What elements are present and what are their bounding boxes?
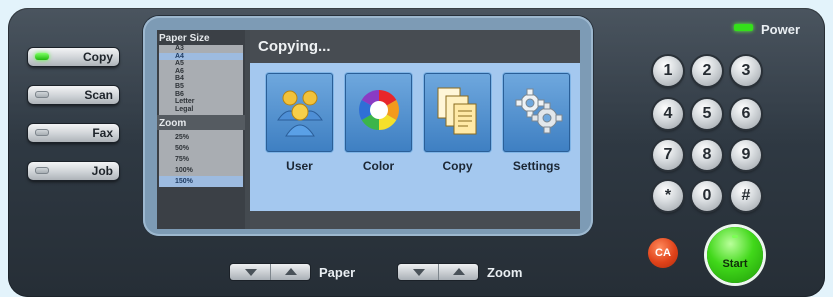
key-5[interactable]: 5 (692, 99, 722, 129)
key-hash[interactable]: # (731, 181, 761, 211)
user-tile-label: User (286, 159, 313, 173)
gears-icon (515, 88, 563, 134)
paper-size-option-selected[interactable]: A4 (159, 52, 243, 61)
paper-size-header: Paper Size (159, 33, 210, 44)
zoom-rocker (398, 264, 478, 280)
paper-size-option[interactable]: B5 (159, 83, 243, 91)
zoom-option[interactable]: 25% (159, 132, 243, 143)
paper-size-option[interactable]: Legal (159, 106, 243, 116)
power-led (734, 24, 753, 31)
screen-main: Copying... User Color Copy Settings (250, 30, 580, 229)
key-3[interactable]: 3 (731, 56, 761, 86)
paper-size-option[interactable]: Letter (159, 98, 243, 106)
key-8[interactable]: 8 (692, 140, 722, 170)
chevron-up-icon (453, 268, 465, 275)
scan-mode-label: Scan (84, 88, 113, 102)
start-led-indicator (732, 235, 738, 238)
paper-size-option[interactable]: B6 (159, 91, 243, 99)
fax-mode-button[interactable]: Fax (28, 124, 119, 142)
paper-size-option[interactable]: A3 (159, 45, 243, 53)
scan-mode-button[interactable]: Scan (28, 86, 119, 104)
job-led-indicator (35, 167, 49, 174)
paper-up-button[interactable] (270, 264, 311, 280)
start-button[interactable]: Start (707, 227, 763, 283)
lcd-screen: Paper Size A3 A4 A5 A6 B4 B5 B6 Letter L… (157, 30, 580, 229)
zoom-rocker-label: Zoom (487, 265, 523, 280)
key-1[interactable]: 1 (653, 56, 683, 86)
copy-tile-label: Copy (442, 159, 473, 173)
copy-mode-label: Copy (83, 50, 113, 64)
settings-tile-label: Settings (512, 159, 561, 173)
zoom-header: Zoom (157, 115, 245, 131)
key-9[interactable]: 9 (731, 140, 761, 170)
documents-icon (437, 87, 477, 135)
key-6[interactable]: 6 (731, 99, 761, 129)
zoom-option-selected[interactable]: 150% (159, 176, 243, 188)
job-mode-button[interactable]: Job (28, 162, 119, 180)
fax-led-indicator (35, 129, 49, 136)
paper-size-option[interactable]: A5 (159, 60, 243, 68)
screen-title: Copying... (250, 30, 580, 63)
zoom-option[interactable]: 75% (159, 154, 243, 165)
copy-led-indicator (35, 53, 49, 60)
copy-mode-button[interactable]: Copy (28, 48, 119, 66)
users-icon (277, 90, 323, 137)
paper-size-option[interactable]: A6 (159, 68, 243, 76)
copy-tile[interactable] (424, 73, 491, 152)
key-star[interactable]: * (653, 181, 683, 211)
color-wheel-icon (359, 90, 399, 130)
settings-tile[interactable] (503, 73, 570, 152)
key-4[interactable]: 4 (653, 99, 683, 129)
function-area: User Color Copy Settings (250, 63, 580, 211)
screen-footer (250, 211, 580, 229)
paper-rocker-label: Paper (319, 265, 356, 280)
zoom-up-button[interactable] (438, 264, 479, 280)
paper-rocker (230, 264, 310, 280)
scan-led-indicator (35, 91, 49, 98)
power-label: Power (761, 22, 801, 37)
job-mode-label: Job (91, 164, 113, 178)
chevron-down-icon (413, 269, 425, 276)
zoom-option[interactable]: 100% (159, 165, 243, 176)
clear-all-button[interactable]: CA (648, 238, 678, 268)
user-tile[interactable] (266, 73, 333, 152)
key-2[interactable]: 2 (692, 56, 722, 86)
start-label: Start (722, 258, 748, 270)
key-7[interactable]: 7 (653, 140, 683, 170)
chevron-down-icon (245, 269, 257, 276)
paper-down-button[interactable] (230, 264, 270, 280)
color-tile[interactable] (345, 73, 412, 152)
fax-mode-label: Fax (92, 126, 113, 140)
zoom-option[interactable]: 50% (159, 143, 243, 154)
zoom-list: 25% 50% 75% 100% 150% (159, 130, 243, 188)
chevron-up-icon (285, 268, 297, 275)
key-0[interactable]: 0 (692, 181, 722, 211)
paper-size-list: A3 A4 A5 A6 B4 B5 B6 Letter Legal (159, 45, 243, 116)
settings-sidebar: Paper Size A3 A4 A5 A6 B4 B5 B6 Letter L… (157, 30, 245, 229)
zoom-down-button[interactable] (398, 264, 438, 280)
color-tile-label: Color (362, 159, 395, 173)
paper-size-option[interactable]: B4 (159, 75, 243, 83)
